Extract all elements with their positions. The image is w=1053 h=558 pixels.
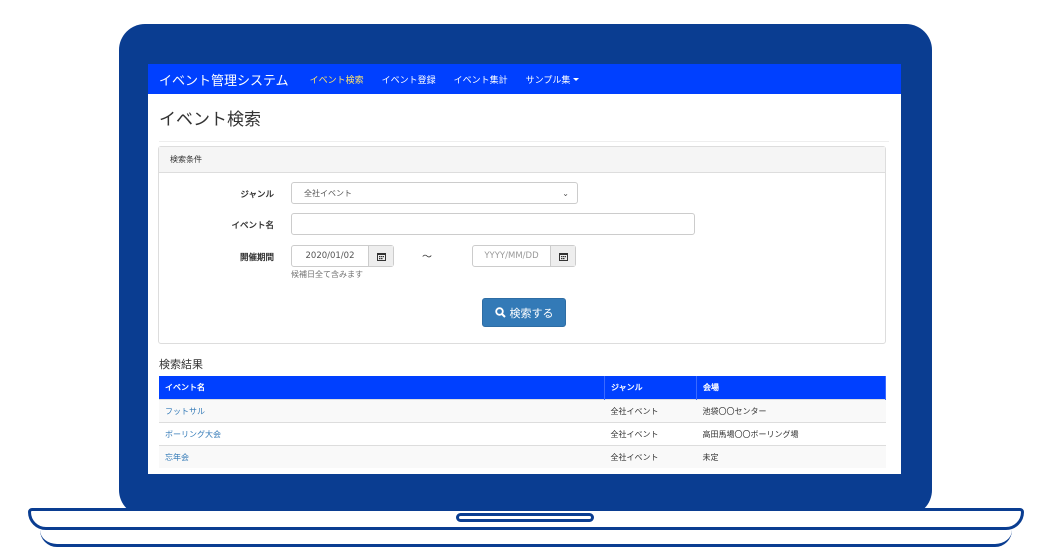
- event-name-link[interactable]: ボーリング大会: [159, 422, 605, 446]
- date-from-value: 2020/01/02: [305, 251, 355, 261]
- calendar-icon[interactable]: [550, 246, 575, 266]
- laptop-hinge-slot: [456, 513, 594, 522]
- table-header-row: イベント名 ジャンル 会場: [159, 376, 886, 400]
- venue-cell: 高田馬場〇〇ボーリング場: [696, 422, 886, 446]
- column-header-event-name: イベント名: [159, 376, 605, 400]
- range-tilde: ～: [422, 252, 432, 263]
- date-to-placeholder: YYYY/MM/DD: [484, 251, 539, 261]
- search-conditions-panel: 検索条件 ジャンル 全社イベント ⌄ イベント名 開催期間 2020/01/02…: [158, 146, 886, 344]
- caret-down-icon: [573, 77, 580, 81]
- nav-item-event-register[interactable]: イベント登録: [373, 64, 445, 94]
- genre-cell: 全社イベント: [604, 399, 697, 423]
- nav-item-event-search[interactable]: イベント検索: [301, 64, 373, 94]
- event-name-link[interactable]: 忘年会: [159, 445, 605, 468]
- genre-select[interactable]: 全社イベント ⌄: [291, 182, 578, 204]
- genre-select-value: 全社イベント: [304, 188, 352, 198]
- table-row: 忘年会 全社イベント 未定: [159, 445, 886, 468]
- search-button[interactable]: 検索する: [482, 298, 566, 327]
- date-from-field[interactable]: 2020/01/02: [291, 245, 394, 267]
- nav-item-samples-dropdown[interactable]: サンプル集: [517, 64, 589, 94]
- genre-label: ジャンル: [240, 190, 274, 200]
- event-name-link[interactable]: フットサル: [159, 399, 605, 423]
- period-help-text: 候補日全て含みます: [291, 270, 363, 279]
- navbar: イベント管理システム イベント検索 イベント登録 イベント集計 サンプル集: [148, 64, 901, 94]
- period-label: 開催期間: [239, 253, 274, 263]
- calendar-icon[interactable]: [368, 246, 393, 266]
- event-name-label: イベント名: [231, 221, 274, 231]
- genre-cell: 全社イベント: [604, 422, 697, 446]
- search-icon: [494, 307, 506, 318]
- results-title: 検索結果: [159, 358, 203, 371]
- search-button-label: 検索する: [509, 306, 554, 320]
- page-title: イベント検索: [159, 110, 261, 130]
- title-divider: [159, 141, 889, 142]
- results-table: イベント名 ジャンル 会場 フットサル 全社イベント 池袋〇〇センター ボーリン…: [159, 376, 886, 468]
- laptop-base-edge: [40, 530, 1012, 547]
- venue-cell: 未定: [696, 445, 886, 468]
- column-header-venue: 会場: [696, 376, 886, 400]
- venue-cell: 池袋〇〇センター: [696, 399, 886, 423]
- column-header-genre: ジャンル: [604, 376, 697, 400]
- laptop-screen: イベント管理システム イベント検索 イベント登録 イベント集計 サンプル集 イベ…: [148, 64, 901, 474]
- genre-cell: 全社イベント: [604, 445, 697, 468]
- table-row: ボーリング大会 全社イベント 高田馬場〇〇ボーリング場: [159, 422, 886, 446]
- nav-item-event-summary[interactable]: イベント集計: [445, 64, 517, 94]
- date-to-field[interactable]: YYYY/MM/DD: [472, 245, 576, 267]
- chevron-down-icon: ⌄: [562, 189, 569, 198]
- event-name-input[interactable]: [291, 213, 695, 235]
- panel-heading: 検索条件: [159, 147, 885, 173]
- table-row: フットサル 全社イベント 池袋〇〇センター: [159, 399, 886, 423]
- navbar-brand[interactable]: イベント管理システム: [148, 70, 301, 89]
- nav-item-samples-label: サンプル集: [525, 75, 571, 86]
